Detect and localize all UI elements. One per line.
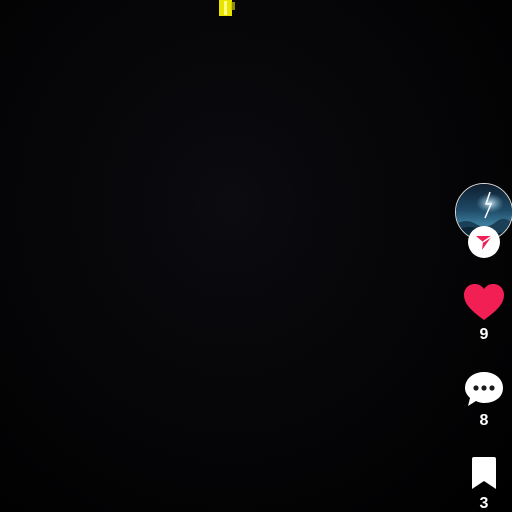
heart-icon <box>464 284 504 320</box>
comment-count: 8 <box>479 412 489 429</box>
bookmark-icon <box>472 457 496 489</box>
save-count: 3 <box>479 495 489 512</box>
comment-bubble-icon <box>465 372 503 406</box>
yellow-light-spot <box>219 0 235 16</box>
action-rail: 9 8 3 <box>442 0 512 512</box>
video-screen[interactable]: 9 8 3 <box>0 0 512 512</box>
like-button[interactable]: 9 <box>454 284 512 344</box>
video-player[interactable] <box>0 0 440 512</box>
follow-button[interactable] <box>468 226 500 258</box>
save-button[interactable]: 3 <box>454 457 512 512</box>
like-count: 9 <box>479 326 489 343</box>
send-arrow-icon <box>476 235 493 250</box>
comment-button[interactable]: 8 <box>454 370 512 430</box>
creator-avatar-group[interactable] <box>455 183 512 259</box>
